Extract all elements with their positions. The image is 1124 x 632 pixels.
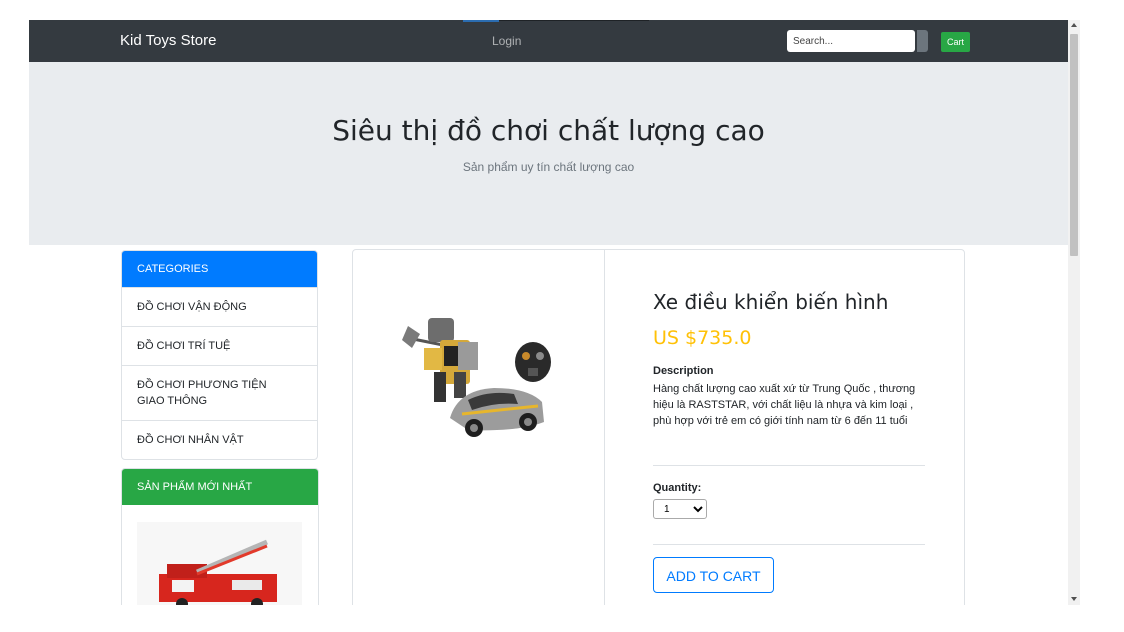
search-button[interactable] bbox=[917, 30, 928, 52]
product-description: Hàng chất lượng cao xuất xứ từ Trung Quố… bbox=[653, 383, 916, 427]
categories-header: CATEGORIES bbox=[122, 251, 317, 287]
category-item-phuong-tien[interactable]: ĐỒ CHƠI PHƯƠNG TIỆN GIAO THÔNG bbox=[122, 365, 317, 420]
newest-products-header: SẢN PHẨM MỚI NHẤT bbox=[122, 469, 318, 505]
newest-product-thumbnail[interactable] bbox=[137, 522, 302, 605]
active-tab-indicator bbox=[463, 20, 499, 22]
product-image bbox=[402, 318, 551, 437]
category-item-van-dong[interactable]: ĐỒ CHƠI VẬN ĐỘNG bbox=[122, 287, 317, 326]
product-price: US $735.0 bbox=[653, 327, 752, 349]
page-subtitle: Sản phẩm uy tín chất lượng cao bbox=[462, 160, 635, 174]
divider bbox=[653, 544, 925, 545]
product-detail-card: Xe điều khiển biến hình US $735.0 Descri… bbox=[352, 249, 965, 605]
browser-viewport: Kid Toys Store Login Cart Siêu thị đồ ch… bbox=[29, 20, 1068, 605]
product-name: Xe điều khiển biến hình bbox=[653, 290, 889, 314]
login-link[interactable]: Login bbox=[492, 34, 521, 48]
divider bbox=[653, 465, 925, 466]
scroll-down-arrow-icon[interactable] bbox=[1071, 597, 1077, 601]
scrollbar-thumb[interactable] bbox=[1070, 34, 1078, 256]
fire-truck-image bbox=[159, 539, 277, 605]
description-label: Description bbox=[653, 365, 714, 377]
cart-button[interactable]: Cart bbox=[941, 32, 971, 52]
vertical-scrollbar[interactable] bbox=[1068, 20, 1080, 605]
top-navbar: Kid Toys Store Login Cart bbox=[29, 20, 1068, 62]
brand-link[interactable]: Kid Toys Store bbox=[120, 32, 216, 49]
page-title: Siêu thị đồ chơi chất lượng cao bbox=[332, 114, 765, 147]
category-item-nhan-vat[interactable]: ĐỒ CHƠI NHÂN VẬT bbox=[122, 420, 317, 459]
categories-panel: CATEGORIES ĐỒ CHƠI VẬN ĐỘNG ĐỒ CHƠI TRÍ … bbox=[121, 250, 318, 460]
search-input[interactable] bbox=[787, 30, 915, 52]
tab-strip-edge bbox=[499, 20, 649, 21]
hero-banner: Siêu thị đồ chơi chất lượng cao Sản phẩm… bbox=[29, 62, 1068, 245]
quantity-select[interactable]: 1 bbox=[653, 499, 707, 519]
quantity-label: Quantity: bbox=[653, 482, 702, 494]
category-item-tri-tue[interactable]: ĐỒ CHƠI TRÍ TUỆ bbox=[122, 326, 317, 365]
add-to-cart-button[interactable]: ADD TO CART bbox=[653, 557, 774, 593]
newest-products-panel: SẢN PHẨM MỚI NHẤT bbox=[121, 468, 319, 605]
scroll-up-arrow-icon[interactable] bbox=[1071, 23, 1077, 27]
card-divider bbox=[604, 250, 605, 605]
